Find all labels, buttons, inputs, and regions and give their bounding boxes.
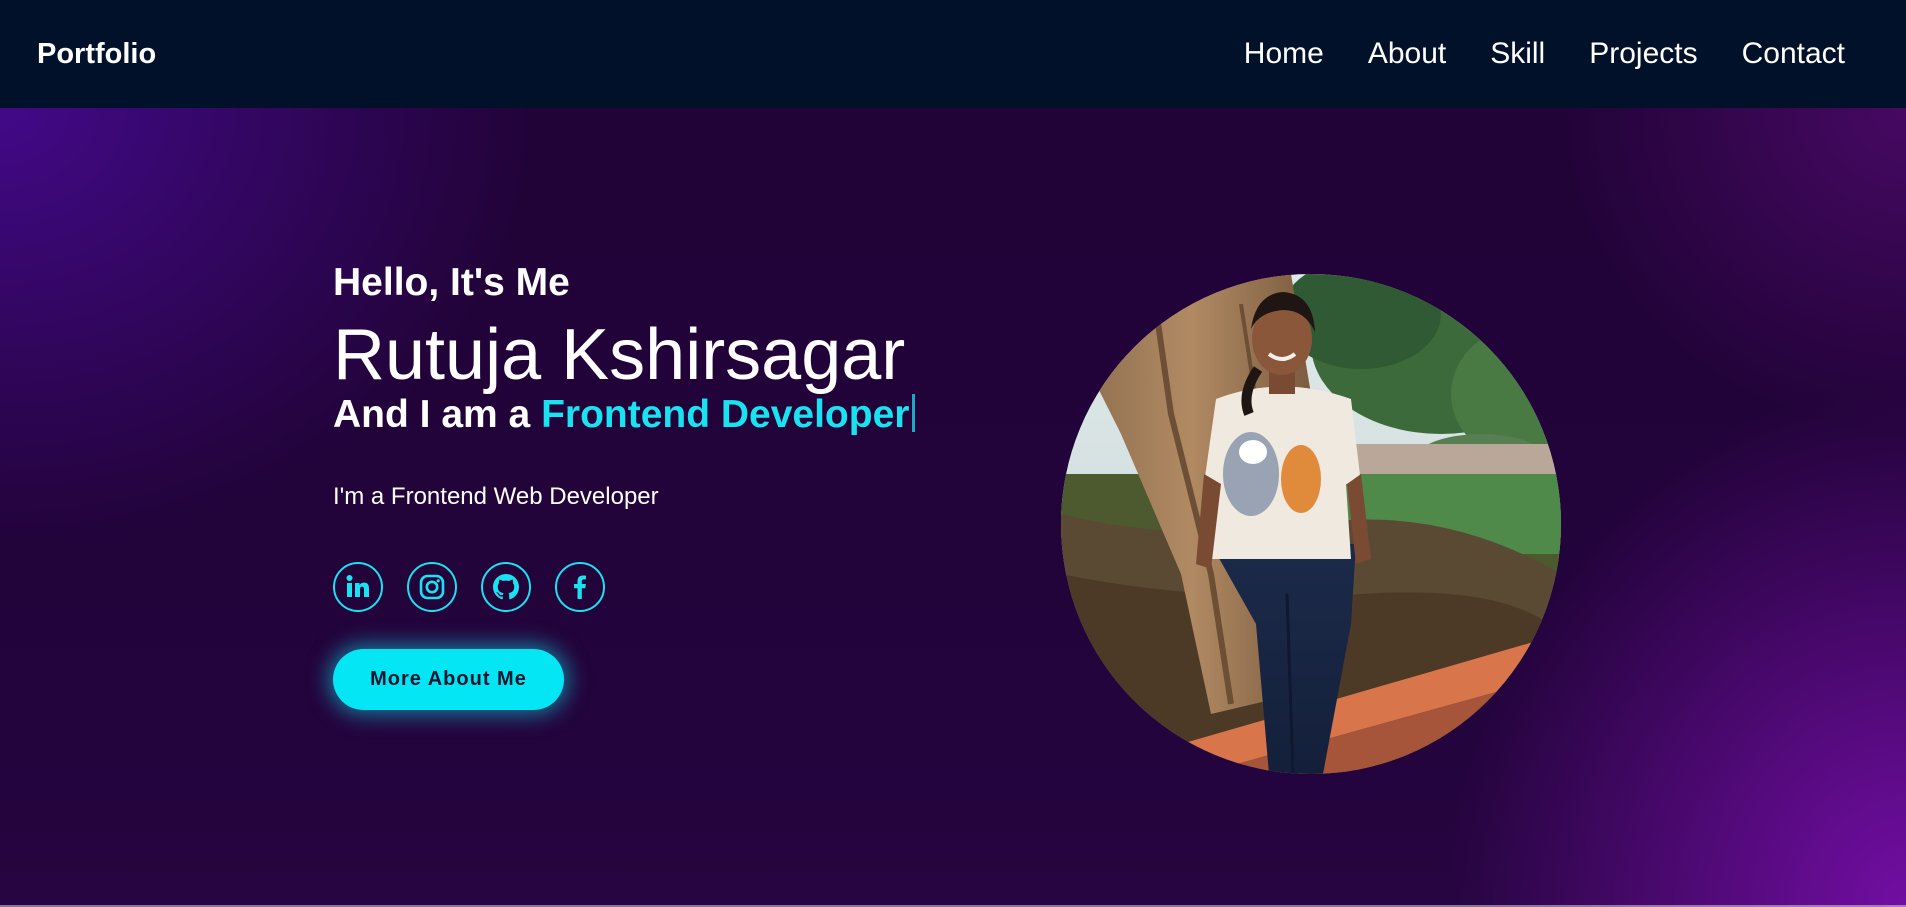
facebook-glyph: [574, 575, 586, 599]
github-glyph: [493, 573, 519, 600]
social-links: [333, 561, 973, 612]
role-prefix: And I am a: [333, 392, 531, 436]
hero-section: Hello, It's Me Rutuja Kshirsagar And I a…: [0, 108, 1906, 907]
profile-photo: [1061, 274, 1561, 774]
navbar: Portfolio Home About Skill Projects Cont…: [0, 0, 1906, 108]
linkedin-icon[interactable]: [333, 561, 383, 612]
linkedin-glyph: [346, 574, 369, 597]
role-line: And I am a Frontend Developer: [333, 393, 973, 437]
typing-cursor: [912, 393, 916, 432]
nav-link-home[interactable]: Home: [1244, 37, 1324, 71]
profile-illustration: [1061, 274, 1561, 774]
nav-link-skill[interactable]: Skill: [1490, 37, 1545, 71]
logo[interactable]: Portfolio: [37, 38, 156, 71]
greeting: Hello, It's Me: [333, 261, 570, 304]
role-highlight: Frontend Developer: [541, 392, 910, 436]
instagram-glyph: [419, 574, 445, 600]
tagline: I'm a Frontend Web Developer: [333, 482, 659, 510]
nav-links: Home About Skill Projects Contact: [1244, 37, 1845, 71]
github-icon[interactable]: [481, 561, 531, 612]
instagram-icon[interactable]: [407, 561, 457, 612]
nav-link-contact[interactable]: Contact: [1742, 37, 1845, 71]
hero-name: Rutuja Kshirsagar: [333, 314, 906, 395]
nav-link-projects[interactable]: Projects: [1589, 37, 1697, 71]
nav-link-about[interactable]: About: [1368, 37, 1446, 71]
page: Portfolio Home About Skill Projects Cont…: [0, 0, 1906, 907]
more-about-me-button[interactable]: More About Me: [333, 648, 564, 710]
facebook-icon[interactable]: [555, 561, 605, 612]
hero-text: Hello, It's Me Rutuja Kshirsagar And I a…: [333, 261, 973, 710]
